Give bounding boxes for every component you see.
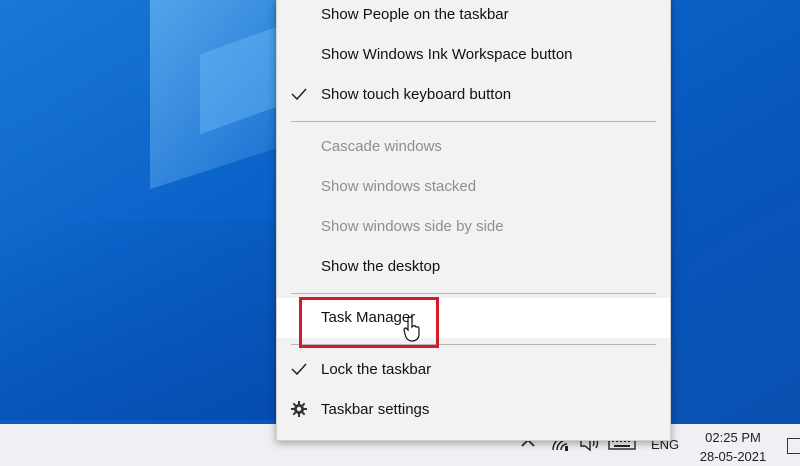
menu-item-label: Show People on the taskbar — [321, 6, 509, 23]
menu-item-label: Show touch keyboard button — [321, 86, 512, 103]
menu-item-label: Lock the taskbar — [321, 361, 432, 378]
menu-item-label: Show windows stacked — [321, 178, 477, 195]
menu-item-cascade-windows: Cascade windows — [277, 127, 670, 167]
menu-separator — [291, 293, 656, 294]
menu-item-show-people[interactable]: Show People on the taskbar — [277, 0, 670, 35]
checkmark-icon — [291, 361, 307, 377]
checkmark-icon — [291, 86, 307, 102]
mouse-cursor-icon — [403, 316, 421, 347]
menu-item-label: Show Windows Ink Workspace button — [321, 46, 573, 63]
menu-item-show-windows-side-by-side: Show windows side by side — [277, 207, 670, 247]
menu-item-show-desktop[interactable]: Show the desktop — [277, 247, 670, 287]
clock-time: 02:25 PM — [705, 430, 761, 445]
clock[interactable]: 02:25 PM 28-05-2021 — [693, 428, 773, 466]
menu-item-label: Show the desktop — [321, 258, 441, 275]
menu-item-label: Taskbar settings — [321, 401, 430, 418]
taskbar-context-menu: Show People on the taskbar Show Windows … — [276, 0, 671, 441]
clock-date: 28-05-2021 — [699, 449, 767, 464]
desktop-shade — [0, 220, 290, 420]
menu-item-show-windows-stacked: Show windows stacked — [277, 167, 670, 207]
menu-item-show-ink-workspace[interactable]: Show Windows Ink Workspace button — [277, 35, 670, 75]
menu-item-label: Show windows side by side — [321, 218, 504, 235]
menu-item-lock-taskbar[interactable]: Lock the taskbar — [277, 350, 670, 390]
notification-icon[interactable] — [787, 438, 800, 454]
menu-item-show-touch-keyboard[interactable]: Show touch keyboard button — [277, 75, 670, 115]
gear-icon — [291, 401, 307, 417]
menu-separator — [291, 121, 656, 122]
menu-item-label: Cascade windows — [321, 138, 442, 155]
menu-item-taskbar-settings[interactable]: Taskbar settings — [277, 390, 670, 430]
